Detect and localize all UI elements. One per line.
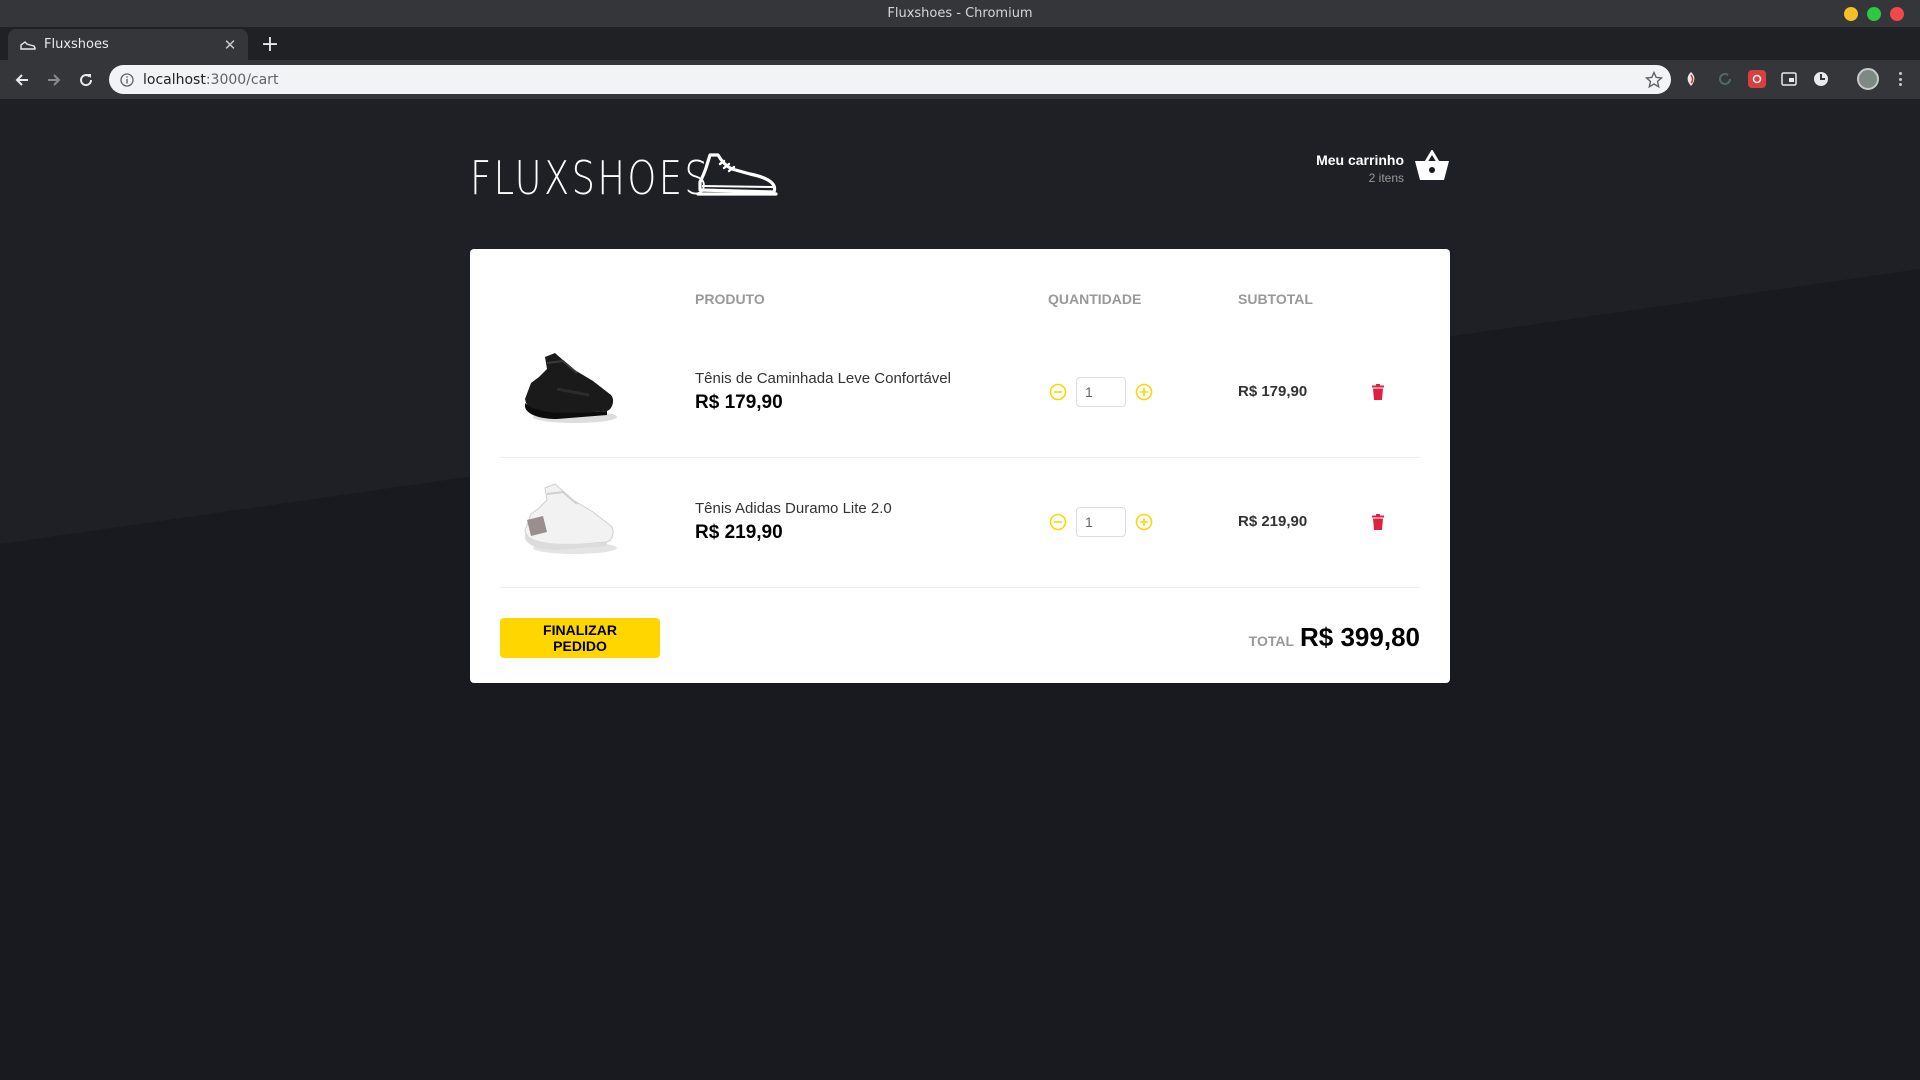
tab-strip: Fluxshoes ✕ + — [0, 27, 1920, 60]
header-actions — [1356, 279, 1420, 327]
profile-avatar[interactable] — [1857, 68, 1879, 90]
site-logo[interactable]: FLUXSHOES — [470, 152, 778, 203]
shopping-basket-icon — [1414, 149, 1450, 187]
cart-count: 2 itens — [1368, 171, 1404, 185]
picture-in-picture-icon[interactable] — [1780, 70, 1798, 88]
extension-icon-3[interactable] — [1748, 70, 1766, 88]
product-image-cell — [500, 327, 683, 458]
cart-card: PRODUTO QUANTIDADE SUBTOTAL Tênis de Cam… — [470, 249, 1450, 683]
quantity-cell: 1 — [1036, 327, 1226, 458]
product-title: Tênis de Caminhada Leve Confortável — [695, 369, 951, 387]
tab-title: Fluxshoes — [44, 37, 109, 52]
total-label: TOTAL — [1248, 633, 1295, 649]
bookmark-star-icon[interactable] — [1644, 70, 1664, 89]
forward-arrow-icon[interactable] — [42, 68, 66, 92]
cart-total: TOTAL R$ 399,80 — [1249, 622, 1420, 653]
site-header: FLUXSHOES Meu carrinho 2 itens — [470, 144, 1450, 214]
window-title: Fluxshoes - Chromium — [887, 6, 1033, 21]
header-product: PRODUTO — [695, 291, 765, 307]
address-bar[interactable]: localhost:3000/cart — [109, 65, 1671, 94]
extension-icon-2[interactable] — [1716, 70, 1734, 88]
url-host: localhost — [143, 71, 206, 88]
page-viewport: FLUXSHOES Meu carrinho 2 itens PRODUTO Q… — [0, 99, 1920, 1080]
item-subtotal: R$ 179,90 — [1238, 382, 1308, 400]
product-title: Tênis Adidas Duramo Lite 2.0 — [695, 500, 892, 517]
new-tab-button[interactable]: + — [258, 32, 282, 57]
extension-icon-1[interactable] — [1682, 70, 1700, 88]
header-subtotal: SUBTOTAL — [1238, 291, 1313, 307]
quantity-input[interactable]: 1 — [1076, 507, 1126, 537]
maximize-button[interactable] — [1867, 7, 1881, 21]
quantity-stepper: 1 — [1048, 507, 1214, 537]
increment-icon[interactable] — [1134, 512, 1154, 532]
reload-icon[interactable] — [74, 68, 98, 92]
product-price: R$ 179,90 — [695, 391, 783, 413]
cart-title: Meu carrinho — [1316, 152, 1404, 168]
product-image — [525, 353, 617, 424]
table-row: Tênis Adidas Duramo Lite 2.0 R$ 219,90 1 — [500, 457, 1420, 588]
trash-icon[interactable] — [1368, 512, 1388, 532]
table-header-row: PRODUTO QUANTIDADE SUBTOTAL — [500, 279, 1420, 327]
url-path: :3000/cart — [205, 71, 279, 88]
browser-toolbar: localhost:3000/cart — [0, 60, 1920, 99]
increment-icon[interactable] — [1134, 382, 1154, 402]
decrement-icon[interactable] — [1048, 382, 1068, 402]
shoe-icon — [20, 37, 36, 53]
logo-text: FLUXSHOES — [470, 150, 711, 205]
header-image — [500, 279, 683, 327]
product-price: R$ 219,90 — [695, 522, 783, 543]
cart-summary: Meu carrinho 2 itens — [1316, 152, 1404, 185]
table-row: Tênis de Caminhada Leve Confortável R$ 1… — [500, 327, 1420, 458]
product-info-cell: Tênis de Caminhada Leve Confortável R$ 1… — [683, 327, 1036, 458]
product-info-cell: Tênis Adidas Duramo Lite 2.0 R$ 219,90 — [683, 457, 1036, 588]
checkout-button[interactable]: FINALIZAR PEDIDO — [500, 617, 660, 658]
item-subtotal: R$ 219,90 — [1238, 513, 1308, 530]
browser-tab[interactable]: Fluxshoes ✕ — [8, 29, 248, 60]
back-arrow-icon[interactable] — [10, 68, 34, 92]
decrement-icon[interactable] — [1048, 512, 1068, 532]
total-value: R$ 399,80 — [1300, 622, 1420, 652]
product-image-cell — [500, 457, 683, 588]
quantity-stepper: 1 — [1048, 376, 1214, 407]
extension-icon-5[interactable] — [1812, 70, 1830, 88]
browser-menu-icon[interactable] — [1893, 70, 1907, 88]
cart-link[interactable]: Meu carrinho 2 itens — [1316, 149, 1450, 187]
subtotal-cell: R$ 219,90 — [1226, 457, 1356, 588]
subtotal-cell: R$ 179,90 — [1226, 327, 1356, 458]
window-titlebar: Fluxshoes - Chromium — [0, 0, 1920, 27]
cart-table: PRODUTO QUANTIDADE SUBTOTAL Tênis de Cam… — [500, 279, 1420, 588]
product-image — [524, 482, 617, 554]
close-icon[interactable]: ✕ — [220, 35, 240, 55]
header-quantity: QUANTIDADE — [1048, 291, 1142, 307]
delete-cell — [1356, 327, 1420, 458]
info-icon[interactable] — [119, 72, 135, 88]
close-window-button[interactable] — [1890, 7, 1904, 21]
trash-icon[interactable] — [1368, 382, 1388, 402]
url-text: localhost:3000/cart — [143, 72, 278, 88]
delete-cell — [1356, 457, 1420, 588]
quantity-input[interactable]: 1 — [1076, 376, 1126, 407]
cart-footer: FINALIZAR PEDIDO TOTAL R$ 399,80 — [500, 617, 1420, 658]
minimize-button[interactable] — [1844, 7, 1858, 21]
quantity-cell: 1 — [1036, 457, 1226, 588]
